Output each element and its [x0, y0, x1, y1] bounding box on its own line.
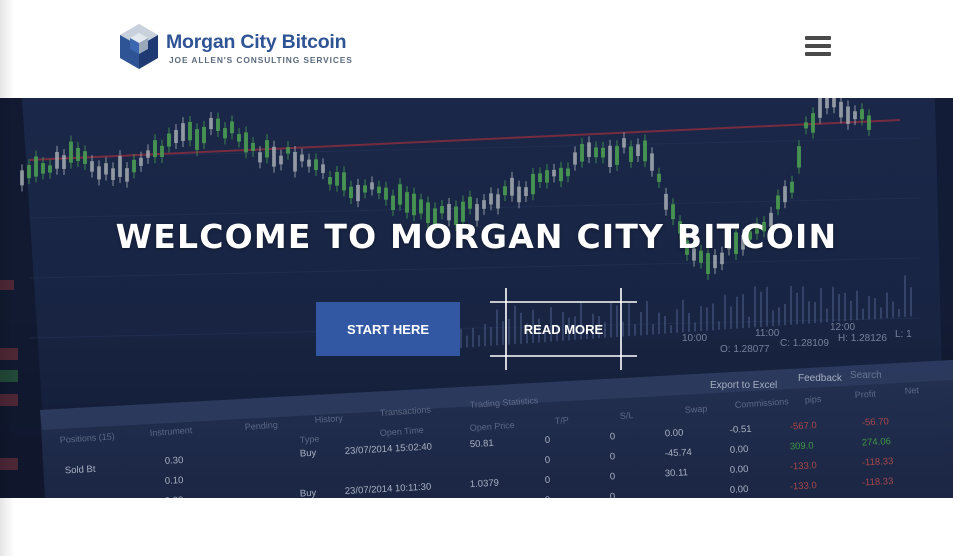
hamburger-menu-icon	[805, 36, 831, 56]
hero-overlay	[0, 98, 953, 498]
brand-tagline: JOE ALLEN'S CONSULTING SERVICES	[169, 55, 353, 65]
start-here-button[interactable]: START HERE	[316, 302, 460, 356]
hero-section: 10:00 11:00 12:00 O: 1.28077 C: 1.28109 …	[0, 98, 953, 498]
brand-name: Morgan City Bitcoin	[166, 31, 347, 53]
read-more-label: READ MORE	[523, 321, 604, 337]
site-header: Morgan City Bitcoin JOE ALLEN'S CONSULTI…	[0, 0, 953, 98]
site-logo[interactable]: Morgan City Bitcoin JOE ALLEN'S CONSULTI…	[118, 23, 358, 71]
hero-title: WELCOME TO MORGAN CITY BITCOIN	[115, 217, 838, 256]
cube-logo-icon	[120, 24, 158, 69]
menu-toggle-button[interactable]	[803, 34, 833, 60]
read-more-button[interactable]: READ MORE	[490, 288, 637, 370]
